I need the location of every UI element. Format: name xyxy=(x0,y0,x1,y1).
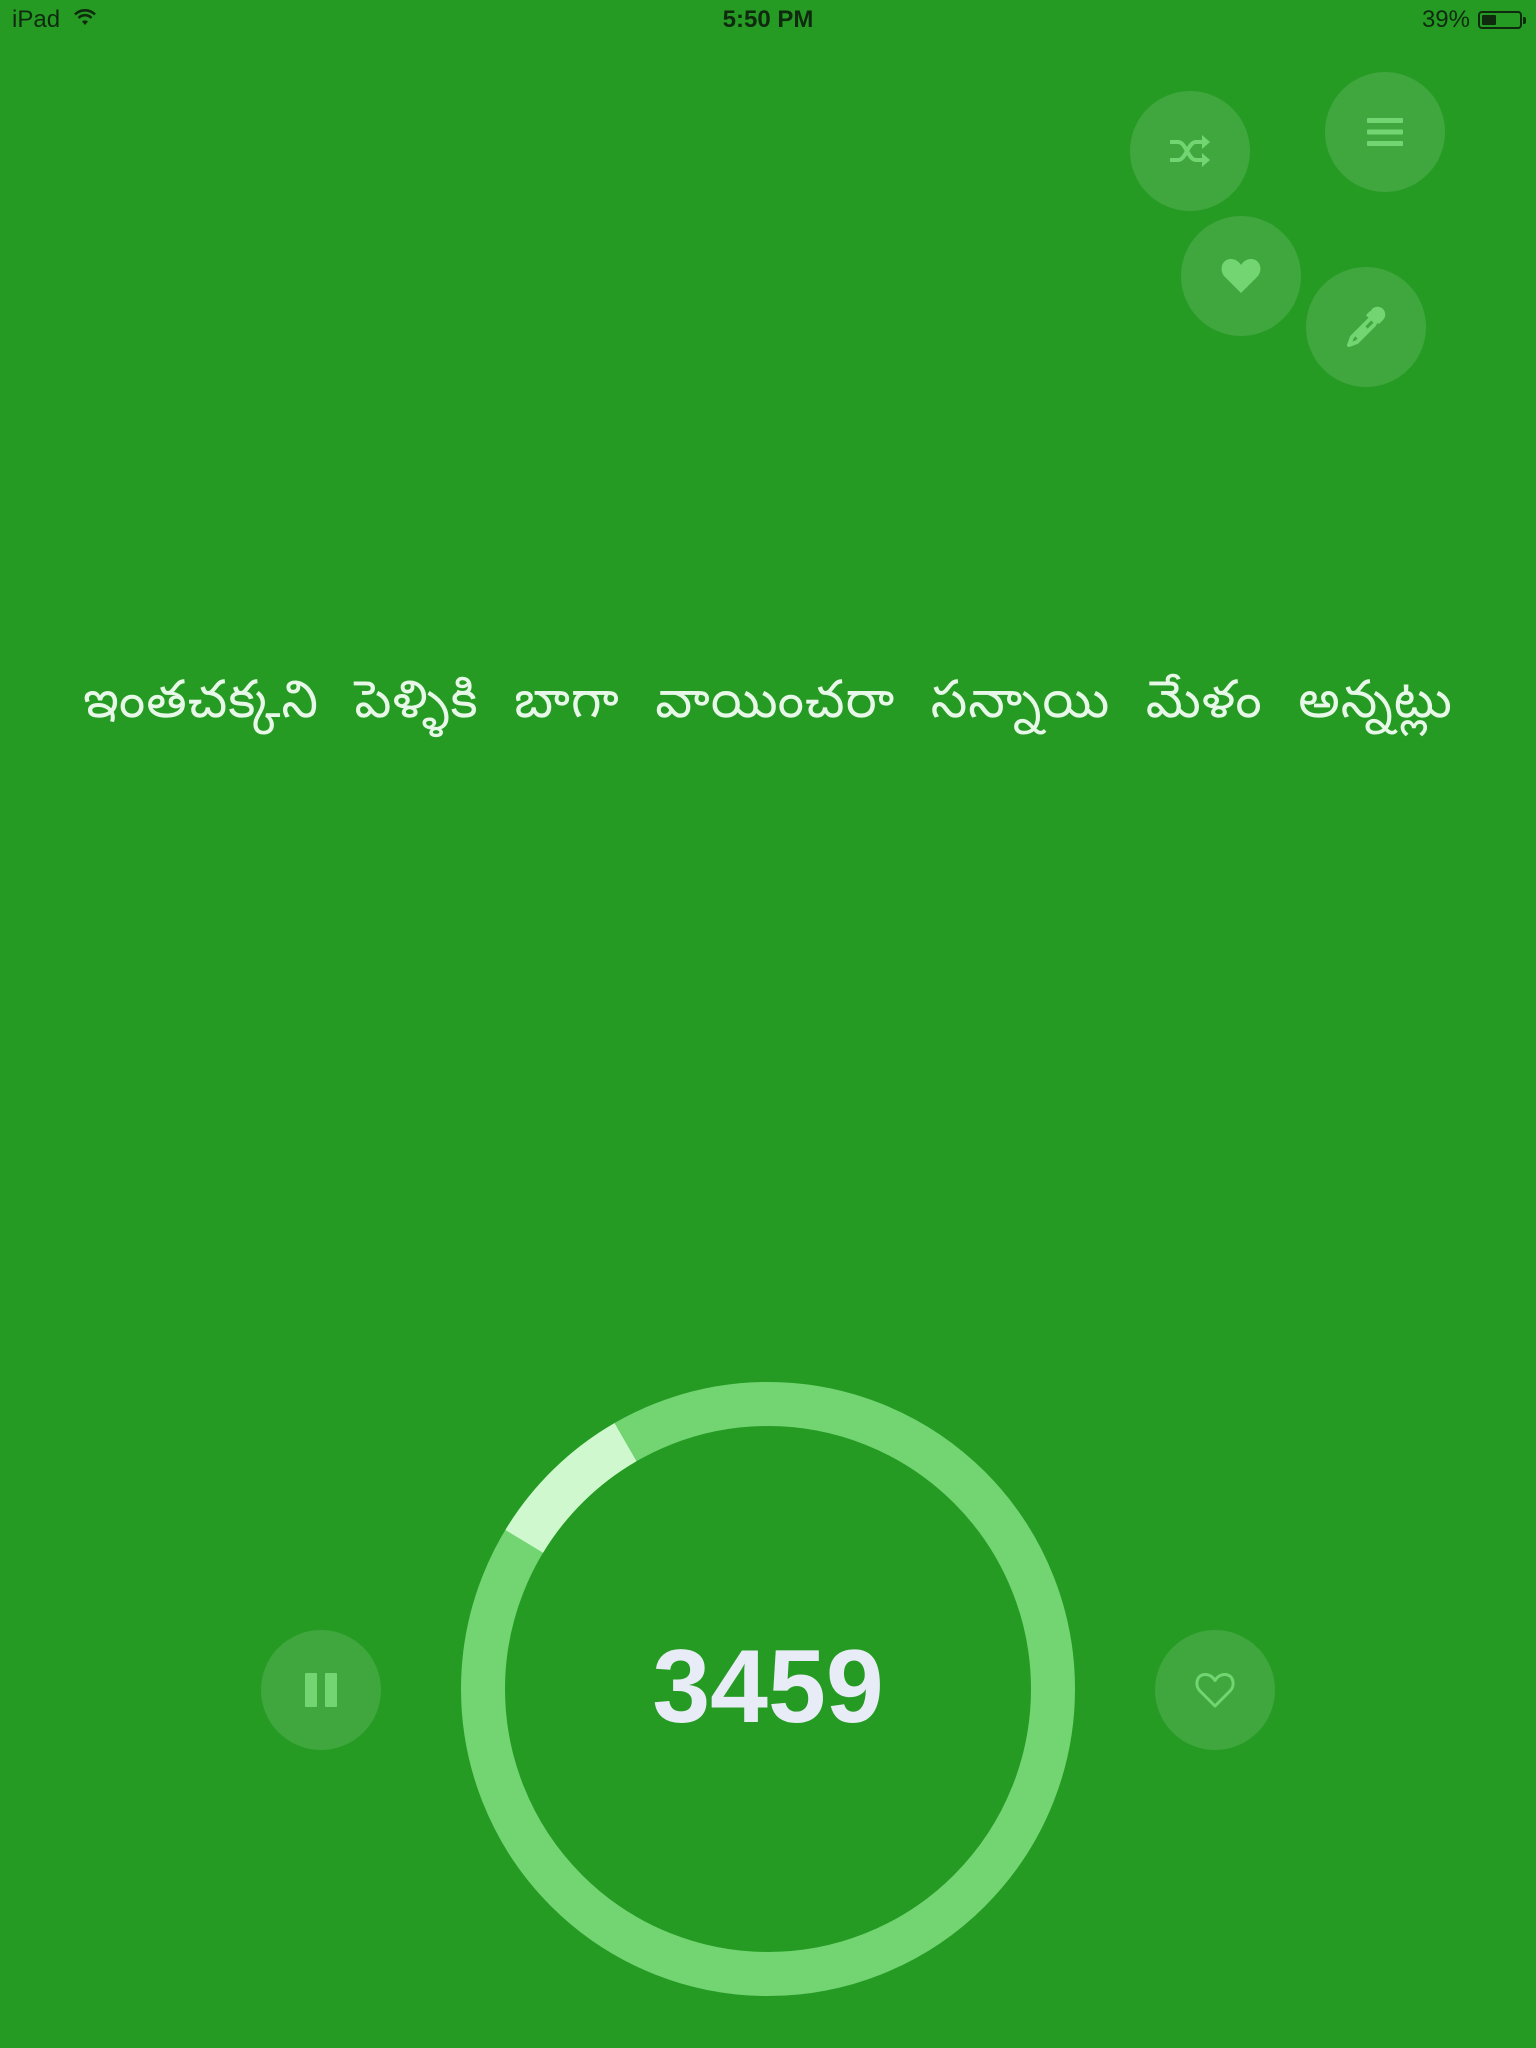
status-right: 39% xyxy=(1421,6,1526,34)
like-button[interactable] xyxy=(1155,1630,1275,1750)
shuffle-icon xyxy=(1168,133,1212,169)
status-time: 5:50 PM xyxy=(722,6,814,33)
progress-ring: 3459 xyxy=(461,1382,1075,1996)
pause-button[interactable] xyxy=(261,1630,381,1750)
battery-percent: 39% xyxy=(1421,6,1470,33)
quote-text: ఇంతచక్కని పెళ్ళికి బాగా వాయించరా సన్నాయి… xyxy=(83,670,1453,730)
heart-filled-icon xyxy=(1220,257,1262,295)
eyedropper-icon xyxy=(1342,303,1390,351)
counter-value: 3459 xyxy=(652,1629,884,1745)
color-picker-button[interactable] xyxy=(1306,267,1426,387)
menu-icon xyxy=(1367,116,1403,148)
heart-outline-icon xyxy=(1194,1671,1236,1709)
status-bar: iPad 5:50 PM 39% xyxy=(0,0,1536,40)
shuffle-button[interactable] xyxy=(1130,91,1250,211)
battery-icon xyxy=(1478,11,1526,29)
menu-button[interactable] xyxy=(1325,72,1445,192)
pause-icon xyxy=(303,1671,339,1709)
favorite-button[interactable] xyxy=(1181,216,1301,336)
